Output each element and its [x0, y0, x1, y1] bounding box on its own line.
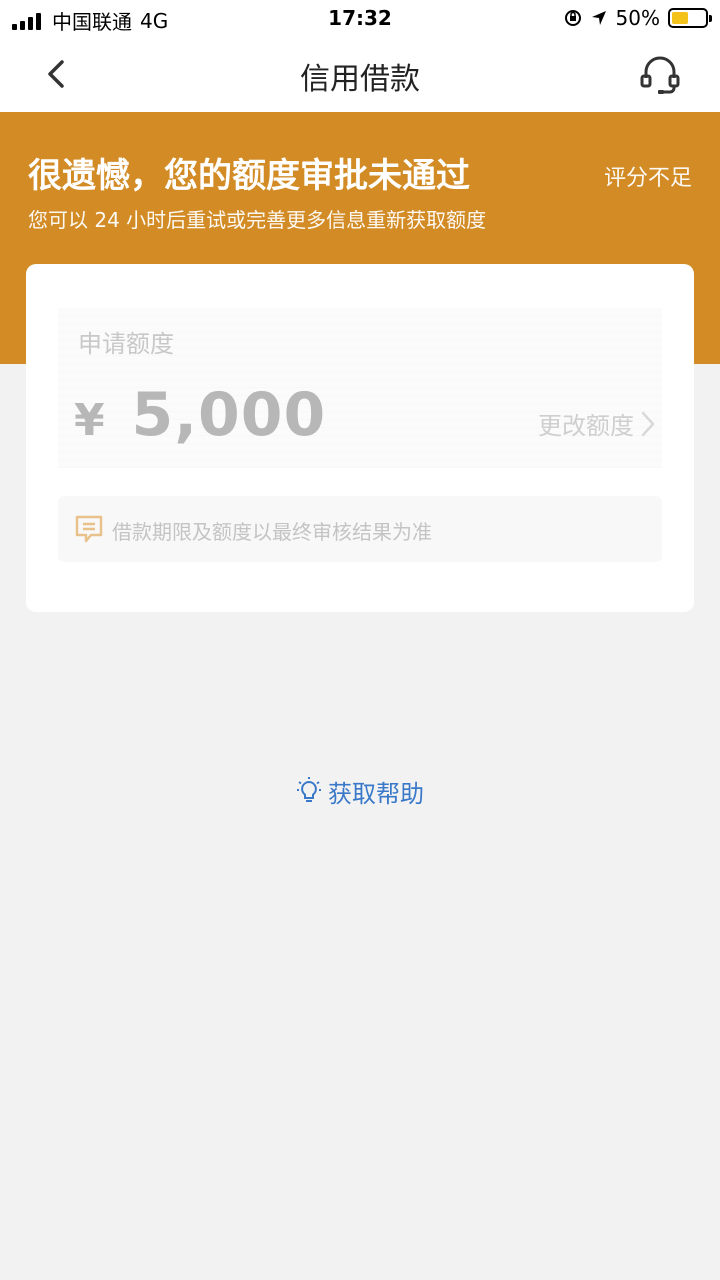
- battery-icon: [668, 8, 712, 28]
- amount-value: ¥ 5,000: [74, 380, 326, 450]
- location-arrow-icon: [591, 11, 606, 25]
- get-help-label: 获取帮助: [328, 779, 424, 808]
- orientation-lock-icon: [564, 10, 581, 26]
- amount-label: 申请额度: [78, 330, 174, 358]
- status-right: 50%: [564, 6, 712, 30]
- status-bar: 中国联通 4G 17:32 50%: [0, 0, 720, 36]
- loan-amount-card: 申请额度 ¥ 5,000 更改额度 借款期限及额度以最终审核结果为准: [26, 264, 694, 612]
- change-amount-button[interactable]: 更改额度: [538, 406, 656, 441]
- battery-percent: 50%: [615, 6, 660, 30]
- get-help-link[interactable]: 获取帮助: [296, 774, 424, 808]
- chevron-right-icon: [641, 411, 655, 436]
- nav-bar: 信用借款: [0, 36, 720, 112]
- currency-symbol: ¥: [74, 395, 106, 446]
- banner-title: 很遗憾，您的额度审批未通过: [28, 156, 470, 196]
- headset-icon[interactable]: [636, 50, 684, 98]
- amount-number: 5,000: [131, 380, 327, 450]
- page-title: 信用借款: [300, 62, 420, 97]
- lightbulb-icon: [297, 777, 321, 802]
- score-insufficient-badge: 评分不足: [603, 166, 692, 191]
- message-icon: [75, 515, 103, 543]
- banner-subtitle: 您可以 24 小时后重试或完善更多信息重新获取额度: [28, 208, 487, 232]
- loan-note-text: 借款期限及额度以最终审核结果为准: [112, 520, 432, 544]
- change-amount-label: 更改额度: [538, 412, 634, 440]
- loan-note: 借款期限及额度以最终审核结果为准: [58, 496, 662, 562]
- battery-fill: [672, 12, 688, 24]
